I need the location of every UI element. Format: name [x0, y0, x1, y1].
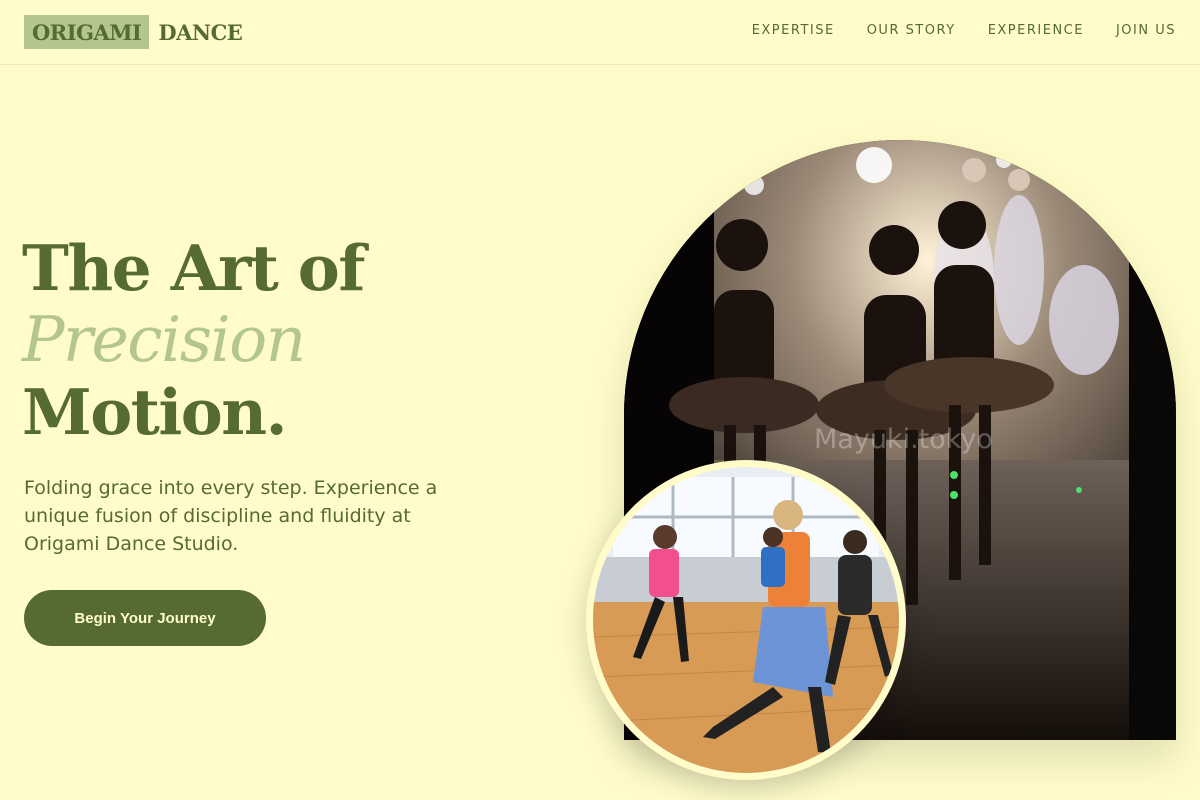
- photo-watermark: Mayuki.tokyo: [814, 424, 993, 455]
- nav-expertise[interactable]: EXPERTISE: [752, 23, 835, 38]
- site-header: ORIGAMI DANCE EXPERTISE OUR STORY EXPERI…: [0, 0, 1200, 65]
- nav-experience[interactable]: EXPERIENCE: [988, 23, 1084, 38]
- begin-journey-button[interactable]: Begin Your Journey: [24, 590, 266, 646]
- logo-text: DANCE: [158, 19, 243, 45]
- main-nav: EXPERTISE OUR STORY EXPERIENCE JOIN US: [752, 23, 1176, 38]
- hero-title-accent: Precision: [22, 303, 306, 376]
- hero-subtitle: Folding grace into every step. Experienc…: [24, 477, 438, 555]
- hero-title-line3: Motion.: [22, 375, 288, 449]
- dance-class-illustration: [593, 467, 899, 773]
- nav-join-us[interactable]: JOIN US: [1116, 23, 1176, 38]
- dance-class-photo: [586, 460, 906, 780]
- hero-title: The Art of Precision Motion.: [22, 231, 365, 449]
- dance-class-photo-frame: [593, 467, 899, 773]
- logo[interactable]: ORIGAMI DANCE: [24, 15, 243, 49]
- hero-title-line1: The Art of: [22, 231, 365, 305]
- logo-box: ORIGAMI: [24, 15, 150, 49]
- nav-our-story[interactable]: OUR STORY: [867, 23, 956, 38]
